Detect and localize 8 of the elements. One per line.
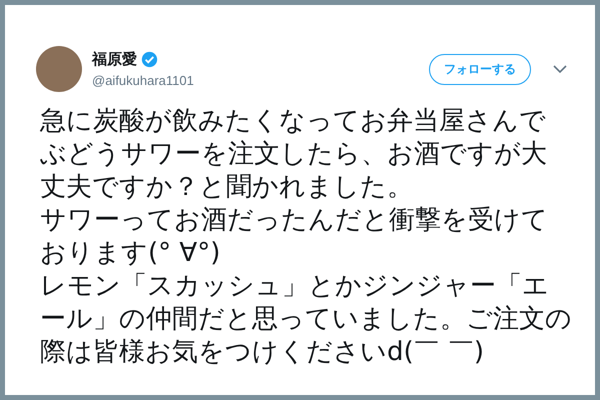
avatar-placeholder	[36, 46, 82, 92]
tweet-paragraph: サワーってお酒だったんだと衝撃を受けております(° ∀°)	[40, 204, 549, 270]
author-name[interactable]: 福原愛	[92, 50, 137, 69]
tweet-paragraph: 急に炭酸が飲みたくなってお弁当屋さんでぶどうサワーを注文したら、お酒ですが大丈夫ですか？と聞かれました。	[40, 105, 548, 204]
tweet-paragraph: レモン「スカッシュ」とかジンジャー「エール」の仲間だと思っていました。ご注文の際は皆様お気をつけくださいd(￣ ￣)	[40, 270, 572, 369]
follow-button[interactable]: フォローする	[429, 54, 531, 84]
author-handle[interactable]: @aifukuhara1101	[92, 73, 429, 88]
chevron-down-icon[interactable]	[553, 65, 567, 73]
